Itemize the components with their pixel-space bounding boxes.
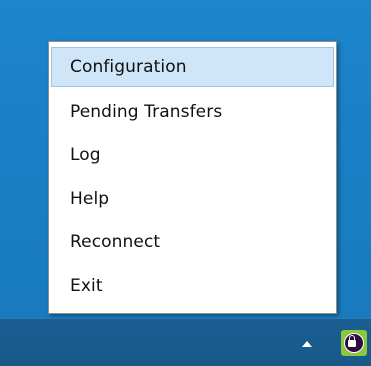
menu-item-log[interactable]: Log: [51, 134, 334, 178]
menu-item-help[interactable]: Help: [51, 177, 334, 221]
menu-item-label: Reconnect: [70, 232, 161, 253]
desktop: Configuration Pending Transfers Log Help…: [0, 0, 371, 366]
menu-item-label: Exit: [70, 275, 103, 296]
taskbar: [0, 318, 371, 366]
menu-item-pending-transfers[interactable]: Pending Transfers: [51, 90, 334, 134]
menu-item-label: Configuration: [70, 57, 187, 77]
menu-item-exit[interactable]: Exit: [51, 264, 334, 308]
tray-context-menu: Configuration Pending Transfers Log Help…: [48, 41, 337, 314]
menu-item-label: Log: [70, 145, 101, 166]
menu-item-label: Pending Transfers: [70, 101, 223, 122]
menu-item-reconnect[interactable]: Reconnect: [51, 221, 334, 265]
lock-icon: [348, 340, 356, 347]
show-hidden-icons-arrow-icon[interactable]: [302, 341, 312, 347]
lock-app-tray-icon[interactable]: [341, 330, 367, 356]
menu-item-configuration[interactable]: Configuration: [51, 47, 334, 87]
menu-item-label: Help: [70, 188, 110, 209]
